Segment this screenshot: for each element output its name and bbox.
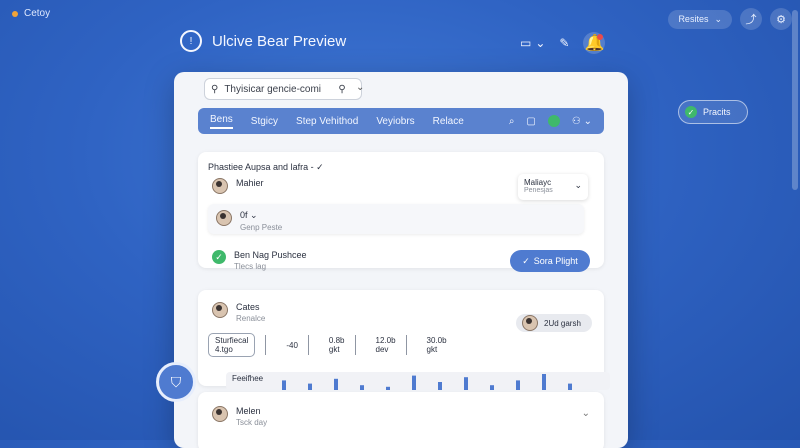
stat-item: -40 bbox=[286, 340, 298, 350]
avatar bbox=[522, 315, 538, 331]
brand: Cetoy bbox=[12, 8, 50, 19]
check-icon: ✓ bbox=[522, 255, 530, 266]
bar bbox=[542, 374, 546, 390]
chevron-down-icon: ⌄ bbox=[714, 13, 722, 24]
stat-box: Sturfiecal 4.tgo bbox=[208, 333, 256, 357]
shield-icon[interactable]: ⛉ bbox=[156, 362, 196, 402]
chevron-down-icon: ⌄ bbox=[535, 36, 546, 50]
chevron-down-icon[interactable]: ⌄ bbox=[582, 408, 590, 419]
tab-relace[interactable]: Relace bbox=[433, 116, 464, 127]
notification-dot bbox=[597, 34, 604, 40]
edit-icon[interactable]: ✎ bbox=[559, 36, 569, 50]
tab-bens[interactable]: Bens bbox=[210, 114, 233, 129]
resize-icon[interactable]: ▢ bbox=[526, 116, 535, 127]
avatar bbox=[212, 302, 228, 318]
tab-tools: ⌕ ▢ ⚇ ⌄ bbox=[509, 115, 592, 127]
inner-row-box[interactable]: 0f ⌄ Genp Peste bbox=[208, 204, 584, 234]
divider bbox=[354, 335, 356, 355]
tab-bar: Bens Stgicy Step Vehithod Veyiobrs Relac… bbox=[198, 108, 604, 134]
bar bbox=[282, 380, 286, 390]
chevron-down-icon: ⌄ bbox=[574, 180, 582, 190]
stat-item: 30.0b gkt bbox=[426, 336, 447, 354]
tab-stgicy[interactable]: Stgicy bbox=[251, 116, 278, 127]
user-icon[interactable]: ⚇ ⌄ bbox=[572, 116, 592, 127]
card-phastiee: Phastiee Aupsa and lafra - ✓ Mahier 0f ⌄… bbox=[198, 152, 604, 272]
share-icon[interactable]: ⤴ bbox=[740, 8, 762, 30]
chart-row-label: Feeifhee bbox=[232, 374, 264, 383]
bar bbox=[516, 380, 520, 390]
scrollbar[interactable] bbox=[792, 10, 798, 190]
list-item[interactable]: Melen Tsck day bbox=[212, 406, 267, 427]
top-right-controls: Resites ⌄ ⤴ ⚙ bbox=[668, 8, 792, 30]
avatar bbox=[212, 178, 228, 194]
bar bbox=[438, 382, 442, 390]
tab-step-vehithod[interactable]: Step Vehithod bbox=[296, 116, 358, 127]
brand-logo-icon bbox=[12, 10, 18, 17]
sora-plight-button[interactable]: ✓ Sora Plight bbox=[510, 250, 590, 272]
bar bbox=[490, 385, 494, 390]
divider bbox=[405, 335, 407, 355]
divider bbox=[265, 335, 267, 355]
search-icon: ⚲ bbox=[211, 83, 219, 95]
stat-item: 12.0b dev bbox=[375, 336, 396, 354]
presets-button[interactable]: ✓ Pracits bbox=[678, 100, 748, 124]
chevron-down-icon[interactable]: ⌄ bbox=[356, 82, 364, 93]
maliayc-dropdown[interactable]: Maliayc Penesjas ⌄ bbox=[518, 174, 588, 200]
bar bbox=[360, 385, 364, 390]
list-item[interactable]: Mahier bbox=[212, 178, 264, 194]
window-title: Ulcive Bear Preview bbox=[212, 32, 347, 50]
search-field[interactable]: ⚲ ⚲ bbox=[204, 78, 362, 100]
search-submit-icon[interactable]: ⚲ bbox=[338, 84, 345, 95]
list-item: 0f ⌄ Genp Peste bbox=[216, 210, 282, 232]
avatar bbox=[216, 210, 232, 226]
main-panel: ⚲ ⚲ ⌄ Bens Stgicy Step Vehithod Veyiobrs… bbox=[174, 72, 628, 448]
brand-name: Cetoy bbox=[24, 8, 51, 19]
mini-bar-chart bbox=[282, 374, 572, 390]
window-title-bar: ! Ulcive Bear Preview bbox=[180, 30, 346, 52]
link-icon[interactable]: ⌕ bbox=[509, 116, 515, 127]
avatar bbox=[212, 406, 228, 422]
resites-dropdown[interactable]: Resites ⌄ bbox=[668, 9, 732, 29]
divider bbox=[307, 335, 309, 355]
bar bbox=[386, 386, 390, 390]
list-item[interactable]: Cates Renalce bbox=[212, 302, 265, 323]
search-input[interactable] bbox=[224, 83, 333, 95]
bar bbox=[568, 383, 572, 390]
title-tools: ▭ ⌄ ✎ 🔔 bbox=[520, 32, 606, 54]
bar bbox=[412, 375, 416, 390]
info-icon: ! bbox=[180, 30, 202, 52]
bar bbox=[464, 377, 468, 390]
stat-item: 0.8b gkt bbox=[328, 336, 345, 354]
bar bbox=[334, 378, 338, 390]
bar bbox=[308, 383, 312, 390]
stats-row: Sturfiecal 4.tgo -40 0.8b gkt 12.0b dev 30… bbox=[208, 330, 588, 360]
card-cates: Cates Renalce 2Ud garsh Sturfiecal 4.tgo… bbox=[198, 290, 610, 390]
check-circle-icon: ✓ bbox=[212, 250, 226, 264]
settings-gear-icon[interactable]: ⚙ bbox=[770, 8, 792, 30]
status-online-icon bbox=[547, 115, 560, 127]
mini-chart-row: Feeifhee bbox=[226, 372, 610, 390]
check-circle-icon: ✓ bbox=[685, 106, 697, 118]
tab-veyiobrs[interactable]: Veyiobrs bbox=[376, 116, 414, 127]
list-item[interactable]: ✓ Ben Nag Pushcee Tlecs lag bbox=[212, 250, 307, 271]
view-toggle-button[interactable]: ▭ ⌄ bbox=[520, 36, 545, 50]
section-title: Phastiee Aupsa and lafra - ✓ bbox=[208, 162, 324, 172]
notifications-bell-icon[interactable]: 🔔 bbox=[583, 32, 606, 54]
